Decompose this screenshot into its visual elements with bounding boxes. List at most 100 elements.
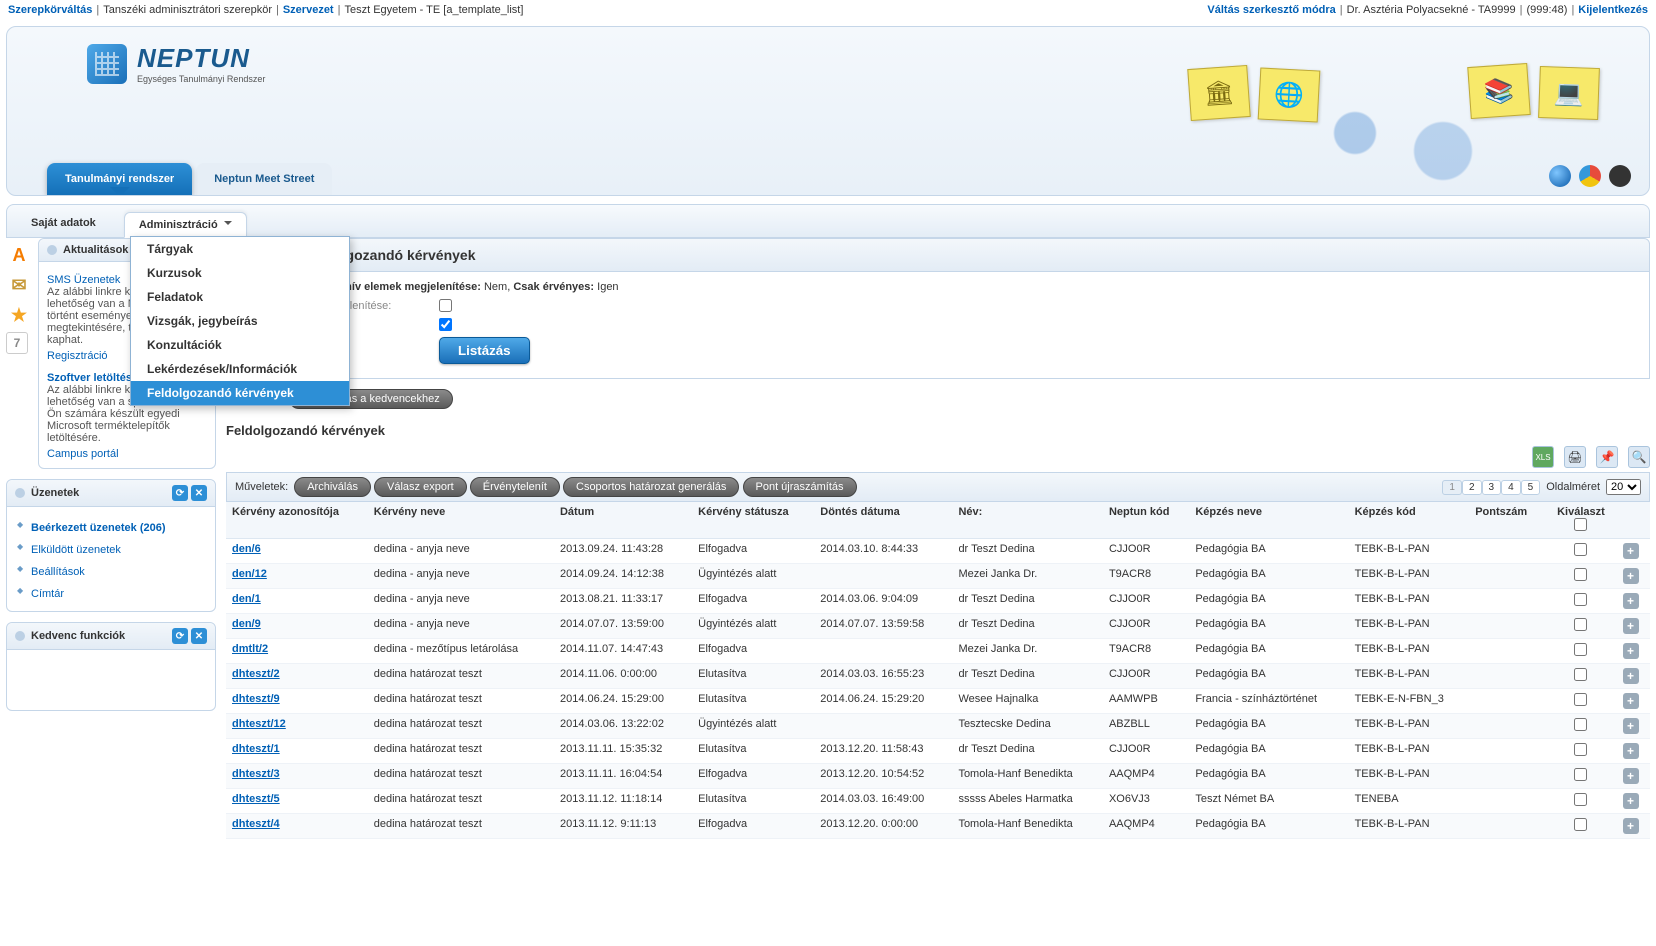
row-checkbox[interactable] bbox=[1574, 568, 1587, 581]
row-checkbox[interactable] bbox=[1574, 743, 1587, 756]
dropdown-item[interactable]: Konzultációk bbox=[131, 333, 349, 357]
row-expand-button[interactable]: + bbox=[1623, 643, 1639, 659]
row-checkbox[interactable] bbox=[1574, 643, 1587, 656]
table-op-button[interactable]: Pont újraszámítás bbox=[743, 477, 857, 497]
globe-icon[interactable] bbox=[1549, 165, 1571, 187]
row-expand-button[interactable]: + bbox=[1623, 693, 1639, 709]
request-link[interactable]: dhteszt/4 bbox=[232, 818, 280, 830]
column-header[interactable]: Képzés kód bbox=[1349, 502, 1470, 539]
close-icon[interactable]: ✕ bbox=[191, 485, 207, 501]
row-expand-button[interactable]: + bbox=[1623, 618, 1639, 634]
dropdown-item[interactable]: Feladatok bbox=[131, 285, 349, 309]
row-expand-button[interactable]: + bbox=[1623, 743, 1639, 759]
row-expand-button[interactable]: + bbox=[1623, 543, 1639, 559]
pager-button[interactable]: 5 bbox=[1521, 480, 1541, 495]
table-row: dhteszt/9dedina határozat teszt2014.06.2… bbox=[226, 689, 1650, 714]
dropdown-item[interactable]: Lekérdezések/Információk bbox=[131, 357, 349, 381]
table-op-button[interactable]: Érvénytelenít bbox=[470, 477, 560, 497]
request-link[interactable]: dhteszt/9 bbox=[232, 693, 280, 705]
request-link[interactable]: dhteszt/12 bbox=[232, 718, 286, 730]
row-expand-button[interactable]: + bbox=[1623, 668, 1639, 684]
admin-dropdown: TárgyakKurzusokFeladatokVizsgák, jegybeí… bbox=[130, 236, 350, 406]
topbar-item[interactable]: Váltás szerkesztő módra bbox=[1207, 4, 1335, 16]
valid-checkbox[interactable] bbox=[439, 318, 452, 331]
row-checkbox[interactable] bbox=[1574, 818, 1587, 831]
column-header[interactable]: Név: bbox=[952, 502, 1103, 539]
page-tab[interactable]: Saját adatok bbox=[17, 211, 110, 237]
sidebar-link[interactable]: Elküldött üzenetek bbox=[31, 544, 207, 556]
campus-link[interactable]: Campus portál bbox=[47, 448, 207, 460]
column-header[interactable]: Pontszám bbox=[1469, 502, 1545, 539]
request-link[interactable]: den/9 bbox=[232, 618, 261, 630]
pager-button[interactable]: 2 bbox=[1462, 480, 1482, 495]
column-header[interactable]: Kérvény neve bbox=[368, 502, 554, 539]
row-checkbox[interactable] bbox=[1574, 793, 1587, 806]
pin-icon[interactable]: 📌 bbox=[1596, 446, 1618, 468]
column-header[interactable]: Döntés dátuma bbox=[814, 502, 952, 539]
panel-title: Kedvenc funkciók bbox=[31, 630, 125, 642]
topbar-item[interactable]: Szervezet bbox=[283, 4, 334, 16]
topbar-item[interactable]: Szerepkörváltás bbox=[8, 4, 92, 16]
request-link[interactable]: den/1 bbox=[232, 593, 261, 605]
arch-value: Nem bbox=[484, 281, 507, 293]
pie-icon[interactable] bbox=[1579, 165, 1601, 187]
row-expand-button[interactable]: + bbox=[1623, 568, 1639, 584]
main-tab[interactable]: Tanulmányi rendszer bbox=[47, 163, 192, 195]
pager-button[interactable]: 4 bbox=[1501, 480, 1521, 495]
sidebar-link[interactable]: Címtár bbox=[31, 588, 207, 600]
refresh-icon[interactable]: ⟳ bbox=[172, 485, 188, 501]
pager-button[interactable]: 1 bbox=[1442, 480, 1462, 495]
star-icon: ★ bbox=[6, 302, 32, 328]
row-checkbox[interactable] bbox=[1574, 543, 1587, 556]
row-expand-button[interactable]: + bbox=[1623, 818, 1639, 834]
sidebar-link[interactable]: Beérkezett üzenetek (206) bbox=[31, 522, 207, 534]
refresh-icon[interactable]: ⟳ bbox=[172, 628, 188, 644]
topbar-item[interactable]: Kijelentkezés bbox=[1578, 4, 1648, 16]
request-link[interactable]: den/12 bbox=[232, 568, 267, 580]
main-tab[interactable]: Neptun Meet Street bbox=[196, 163, 332, 195]
header: NEPTUN Egységes Tanulmányi Rendszer 🏛🌐 📚… bbox=[6, 26, 1650, 196]
close-icon[interactable]: ✕ bbox=[191, 628, 207, 644]
request-link[interactable]: dhteszt/1 bbox=[232, 743, 280, 755]
dropdown-item[interactable]: Feldolgozandó kérvények bbox=[131, 381, 349, 405]
row-checkbox[interactable] bbox=[1574, 768, 1587, 781]
row-expand-button[interactable]: + bbox=[1623, 593, 1639, 609]
arch-checkbox[interactable] bbox=[439, 299, 452, 312]
request-link[interactable]: dmtlt/2 bbox=[232, 643, 268, 655]
print-icon[interactable]: 🖨 bbox=[1564, 446, 1586, 468]
column-header[interactable]: Neptun kód bbox=[1103, 502, 1189, 539]
row-checkbox[interactable] bbox=[1574, 668, 1587, 681]
request-link[interactable]: dhteszt/2 bbox=[232, 668, 280, 680]
pagesize-select[interactable]: 20 bbox=[1606, 479, 1641, 495]
request-link[interactable]: dhteszt/3 bbox=[232, 768, 280, 780]
column-header[interactable]: Kérvény azonosítója bbox=[226, 502, 368, 539]
pager-button[interactable]: 3 bbox=[1482, 480, 1502, 495]
search-icon[interactable]: 🔍 bbox=[1628, 446, 1650, 468]
request-link[interactable]: den/6 bbox=[232, 543, 261, 555]
column-header[interactable]: Kérvény státusza bbox=[692, 502, 814, 539]
row-checkbox[interactable] bbox=[1574, 618, 1587, 631]
dropdown-item[interactable]: Kurzusok bbox=[131, 261, 349, 285]
xls-icon[interactable]: XLS bbox=[1532, 446, 1554, 468]
table-op-button[interactable]: Csoportos határozat generálás bbox=[563, 477, 739, 497]
request-link[interactable]: dhteszt/5 bbox=[232, 793, 280, 805]
dropdown-item[interactable]: Vizsgák, jegybeírás bbox=[131, 309, 349, 333]
select-all-checkbox[interactable] bbox=[1574, 518, 1587, 531]
row-expand-button[interactable]: + bbox=[1623, 718, 1639, 734]
dropdown-item[interactable]: Tárgyak bbox=[131, 237, 349, 261]
page-tab[interactable]: Adminisztráció bbox=[124, 212, 247, 238]
sidebar-link[interactable]: Beállítások bbox=[31, 566, 207, 578]
accessibility-icon[interactable] bbox=[1609, 165, 1631, 187]
row-checkbox[interactable] bbox=[1574, 718, 1587, 731]
row-expand-button[interactable]: + bbox=[1623, 768, 1639, 784]
row-checkbox[interactable] bbox=[1574, 593, 1587, 606]
row-checkbox[interactable] bbox=[1574, 693, 1587, 706]
table-row: den/12dedina - anyja neve2014.09.24. 14:… bbox=[226, 564, 1650, 589]
letter-a-icon: A bbox=[6, 242, 32, 268]
row-expand-button[interactable]: + bbox=[1623, 793, 1639, 809]
table-op-button[interactable]: Válasz export bbox=[374, 477, 467, 497]
column-header[interactable]: Képzés neve bbox=[1189, 502, 1348, 539]
column-header[interactable]: Dátum bbox=[554, 502, 692, 539]
table-op-button[interactable]: Archiválás bbox=[294, 477, 371, 497]
list-button[interactable]: Listázás bbox=[439, 337, 530, 364]
